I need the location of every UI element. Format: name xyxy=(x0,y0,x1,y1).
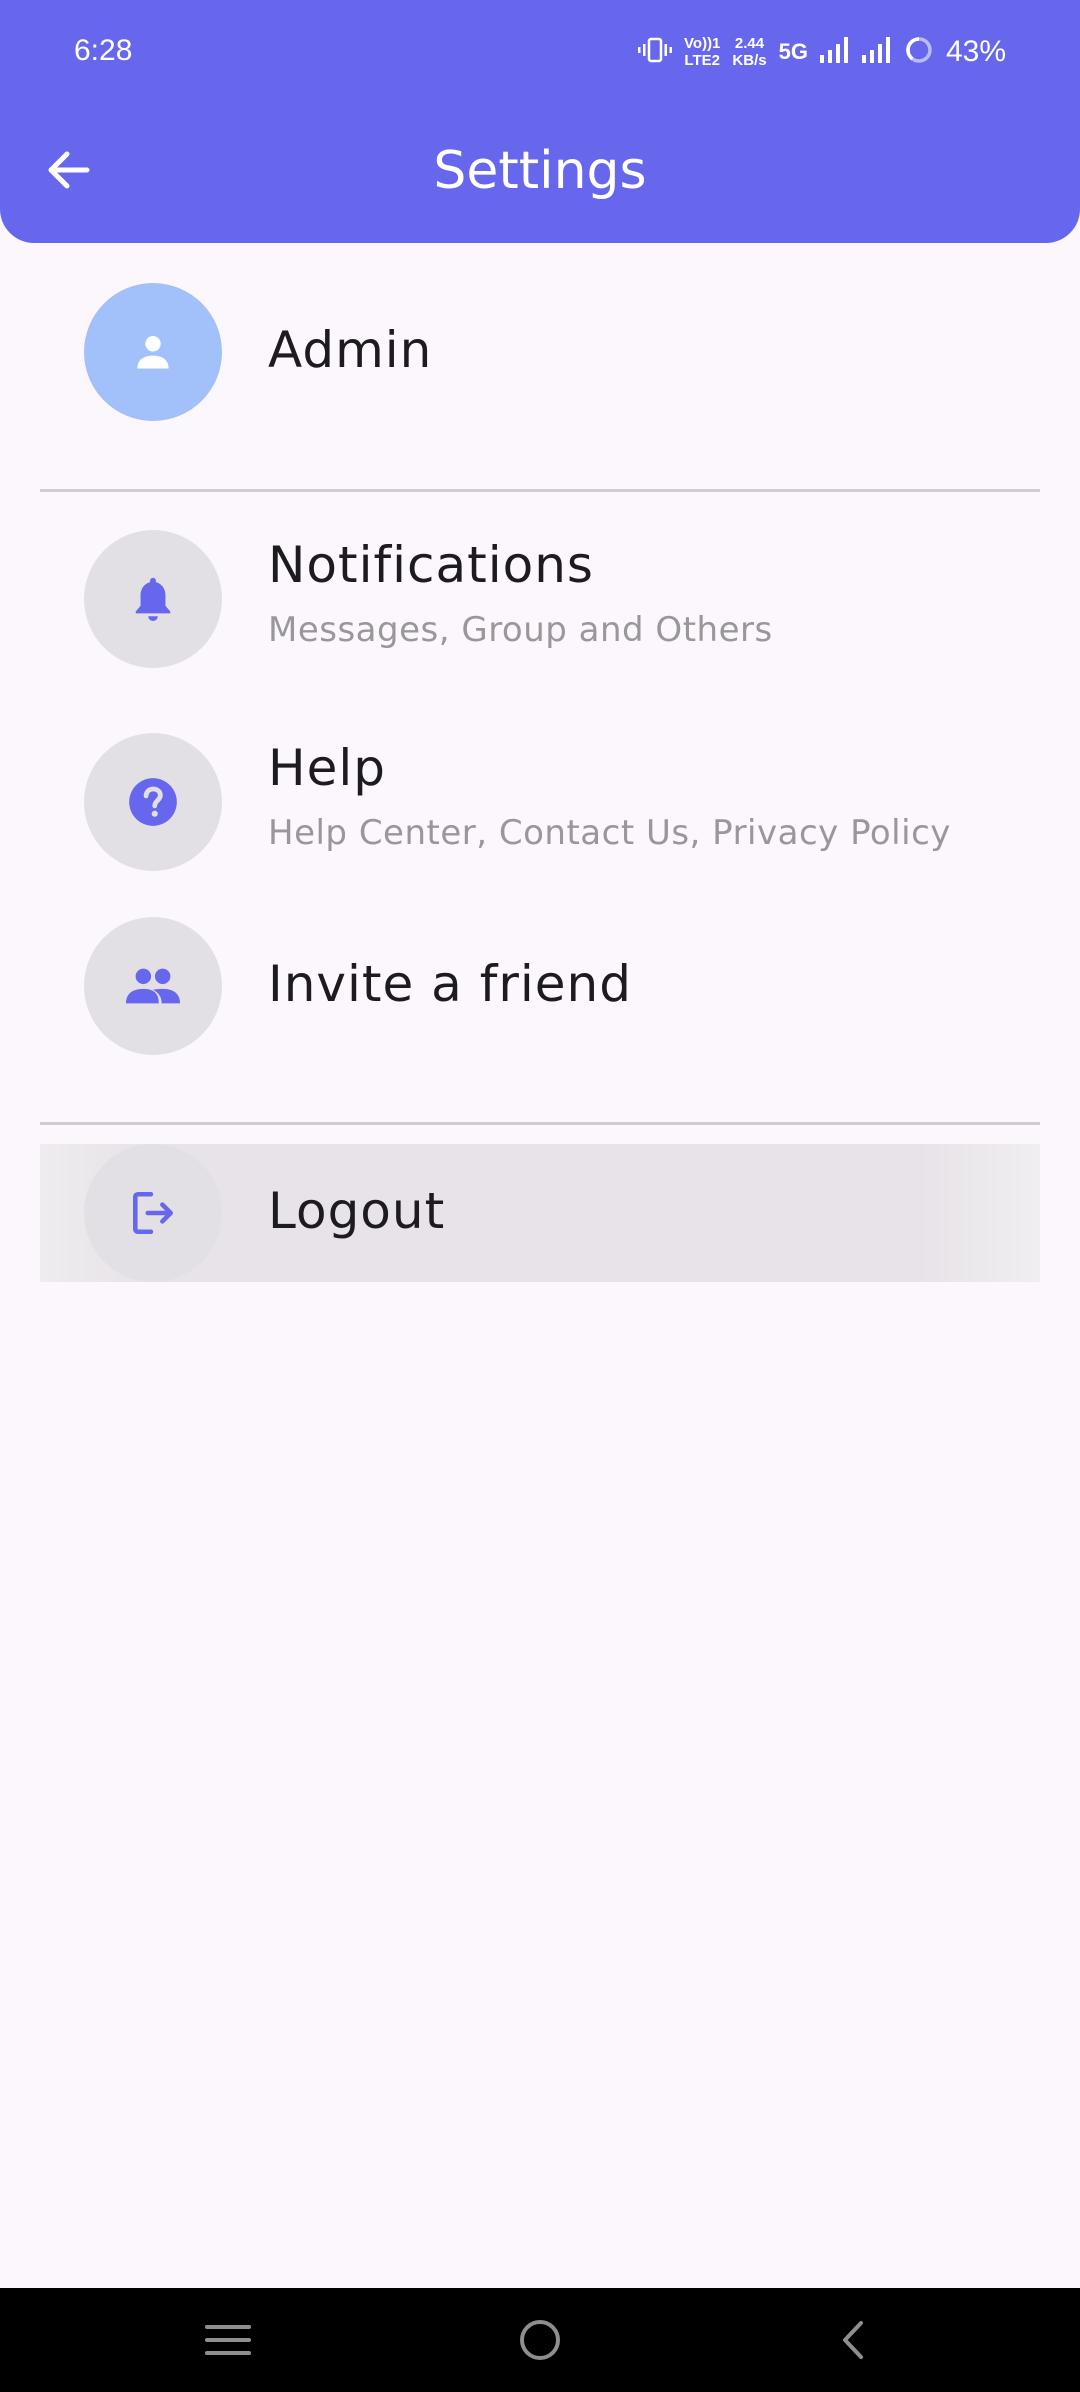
volte-top: Vo))1 xyxy=(684,35,721,52)
profile-row[interactable]: Admin xyxy=(40,283,1040,421)
icon-circle xyxy=(84,733,222,871)
app-bar: 6:28 Vo))1 LTE2 2.44 KB/s 5G 43% Setting… xyxy=(0,0,1080,243)
recent-apps-button[interactable] xyxy=(198,2310,258,2370)
volte-bottom: LTE2 xyxy=(684,52,720,69)
signal-icon-2 xyxy=(861,36,892,68)
menu-item-subtitle: Help Center, Contact Us, Privacy Policy xyxy=(268,813,951,853)
help-circle-icon xyxy=(129,778,177,826)
avatar xyxy=(84,283,222,421)
vibrate-icon xyxy=(638,37,673,68)
menu-item-notifications[interactable]: Notifications Messages, Group and Others xyxy=(40,530,1040,668)
back-chevron-icon xyxy=(843,2321,863,2359)
menu-icon xyxy=(205,2325,251,2355)
battery-icon xyxy=(904,35,934,70)
network-type: 5G xyxy=(778,39,808,64)
divider xyxy=(40,489,1040,492)
volte-indicator: Vo))1 LTE2 xyxy=(684,35,720,69)
signal-icon xyxy=(819,36,850,68)
status-time: 6:28 xyxy=(74,34,133,67)
page-title: Settings xyxy=(433,141,647,201)
speed-value: 2.44 xyxy=(734,35,765,52)
bell-icon xyxy=(135,577,171,622)
logout-icon xyxy=(133,1191,173,1235)
logout-button[interactable]: Logout xyxy=(40,1144,1040,1282)
menu-item-invite-friend[interactable]: Invite a friend xyxy=(40,917,1040,1055)
icon-circle xyxy=(84,917,222,1055)
profile-name: Admin xyxy=(268,321,433,379)
menu-item-title: Invite a friend xyxy=(268,955,632,1013)
person-icon xyxy=(137,336,169,369)
home-button[interactable] xyxy=(510,2310,570,2370)
system-nav-bar xyxy=(0,2288,1080,2392)
speed-unit: KB/s xyxy=(732,52,767,69)
home-circle-icon xyxy=(520,2320,560,2360)
logout-label: Logout xyxy=(268,1182,446,1240)
status-icons: Vo))1 LTE2 2.44 KB/s 5G 43% xyxy=(638,30,1006,74)
battery-percent: 43% xyxy=(945,35,1006,68)
menu-item-help[interactable]: Help Help Center, Contact Us, Privacy Po… xyxy=(40,733,1040,871)
icon-circle xyxy=(84,530,222,668)
divider xyxy=(40,1122,1040,1125)
icon-circle xyxy=(84,1144,222,1282)
menu-item-title: Notifications xyxy=(268,536,594,594)
menu-item-subtitle: Messages, Group and Others xyxy=(268,610,773,650)
menu-item-title: Help xyxy=(268,739,386,797)
network-speed: 2.44 KB/s xyxy=(732,35,766,69)
system-back-button[interactable] xyxy=(822,2310,882,2370)
group-icon xyxy=(125,968,181,1004)
